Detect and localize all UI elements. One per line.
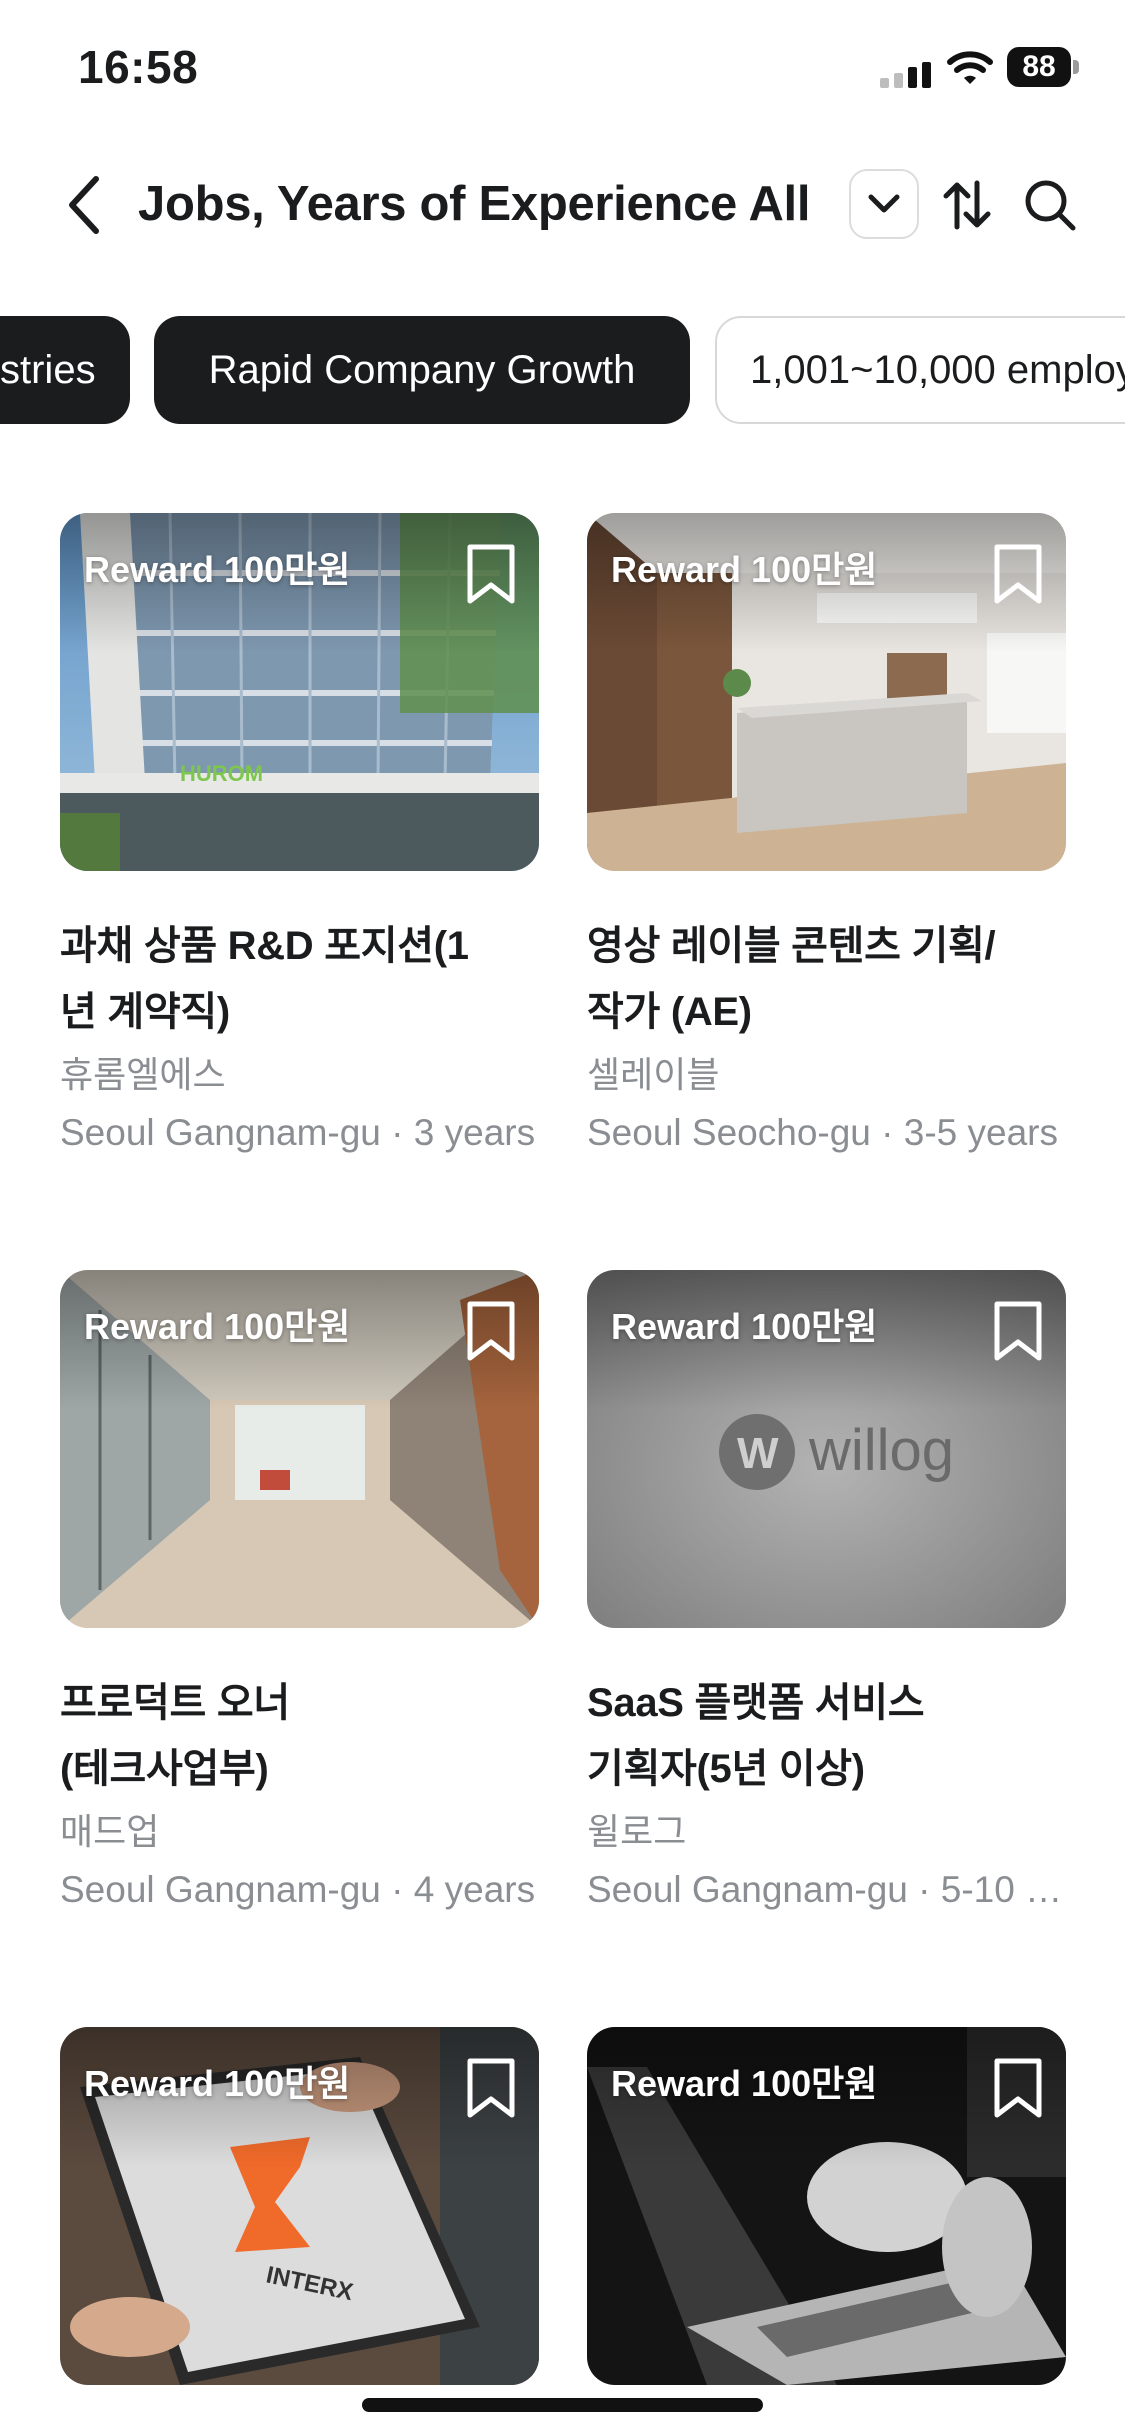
job-card[interactable]: Reward 100만원 영상 레이블 콘텐츠 기획/작가 (AE) 셀레이블 … bbox=[587, 513, 1066, 1159]
filter-chip-label: stries bbox=[0, 348, 96, 392]
reward-label: Reward 100만원 bbox=[84, 549, 351, 590]
job-title: 영상 레이블 콘텐츠 기획/작가 (AE) bbox=[587, 924, 996, 1034]
wifi-icon bbox=[947, 51, 993, 84]
bookmark-icon[interactable] bbox=[991, 541, 1045, 607]
filter-chip-rapid-growth[interactable]: Rapid Company Growth bbox=[154, 316, 690, 424]
job-thumbnail: HUROM Reward 100만원 bbox=[60, 513, 539, 871]
home-indicator[interactable] bbox=[362, 2398, 763, 2412]
job-thumbnail: INTERX Reward 100만원 bbox=[60, 2027, 539, 2385]
reward-label: Reward 100만원 bbox=[84, 2063, 351, 2104]
filter-chip-industries[interactable]: stries bbox=[0, 316, 130, 424]
bookmark-icon[interactable] bbox=[464, 2055, 518, 2121]
job-title: 프로덕트 오너 (테크사업부) bbox=[60, 1681, 290, 1791]
filter-chip-row: stries Rapid Company Growth 1,001~10,000… bbox=[0, 316, 1125, 426]
bookmark-icon[interactable] bbox=[991, 2055, 1045, 2121]
job-thumbnail: W willog Reward 100만원 bbox=[587, 1270, 1066, 1628]
page-title: Jobs, Years of Experience All bbox=[138, 177, 811, 231]
bookmark-icon[interactable] bbox=[464, 1298, 518, 1364]
filter-chip-company-size[interactable]: 1,001~10,000 employees bbox=[715, 316, 1125, 424]
company-name: 매드업 bbox=[60, 1811, 160, 1852]
sort-button[interactable] bbox=[937, 170, 997, 240]
status-time: 16:58 bbox=[78, 41, 199, 93]
company-name: 휴롬엘에스 bbox=[60, 1054, 226, 1095]
reward-label: Reward 100만원 bbox=[611, 1306, 878, 1347]
filter-chip-label: Rapid Company Growth bbox=[208, 348, 636, 392]
company-name: 윌로그 bbox=[587, 1811, 687, 1852]
reward-label: Reward 100만원 bbox=[84, 1306, 351, 1347]
reward-label: Reward 100만원 bbox=[611, 2063, 878, 2104]
sort-arrows-icon bbox=[943, 180, 991, 230]
search-button[interactable] bbox=[1017, 170, 1083, 240]
chevron-down-icon bbox=[868, 194, 900, 213]
back-button[interactable] bbox=[52, 170, 116, 240]
title-dropdown-button[interactable] bbox=[849, 169, 919, 239]
job-location-experience: Seoul Gangnam-gu · 3 years bbox=[60, 1112, 536, 1153]
job-title: SaaS 플랫폼 서비스 기획자(5년 이상) bbox=[587, 1681, 925, 1791]
bookmark-icon[interactable] bbox=[991, 1298, 1045, 1364]
job-thumbnail: Reward 100만원 bbox=[60, 1270, 539, 1628]
svg-text:W: W bbox=[737, 1429, 779, 1478]
job-location-experience: Seoul Seocho-gu · 3-5 years bbox=[587, 1112, 1058, 1153]
willog-logo-text: willog bbox=[808, 1418, 954, 1483]
job-thumbnail: Reward 100만원 bbox=[587, 2027, 1066, 2385]
bookmark-icon[interactable] bbox=[464, 541, 518, 607]
job-location-experience: Seoul Gangnam-gu · 4 years bbox=[60, 1869, 536, 1910]
job-card[interactable]: W willog Reward 100만원 SaaS 플랫폼 서비스 기획자(5년… bbox=[587, 1270, 1066, 1916]
job-card[interactable]: Reward 100만원 프로덕트 오너 (테크사업부) 매드업 Seoul Ga… bbox=[60, 1270, 539, 1916]
hurom-logo-text: HUROM bbox=[180, 761, 263, 786]
status-bar: 16:58 88 bbox=[0, 0, 1125, 132]
job-card[interactable]: HUROM Reward 100만원 과채 상품 R&D 포지션(1 년 계약직)… bbox=[60, 513, 539, 1159]
reward-label: Reward 100만원 bbox=[611, 549, 878, 590]
job-location-experience: Seoul Gangnam-gu · 5-10 years bbox=[587, 1869, 1066, 1910]
chevron-left-icon bbox=[69, 176, 99, 234]
job-card[interactable]: INTERX Reward 100만원 bbox=[60, 2027, 539, 2385]
filter-chip-label: 1,001~10,000 employees bbox=[750, 348, 1125, 392]
job-list-screen: 16:58 88 Jobs, Years of Experience All s… bbox=[0, 0, 1125, 2436]
job-card[interactable]: Reward 100만원 bbox=[587, 2027, 1066, 2385]
search-icon bbox=[1025, 180, 1076, 231]
company-name: 셀레이블 bbox=[587, 1054, 720, 1095]
battery-level: 88 bbox=[1007, 47, 1071, 87]
job-title: 과채 상품 R&D 포지션(1 년 계약직) bbox=[60, 924, 469, 1034]
header: Jobs, Years of Experience All bbox=[0, 150, 1125, 260]
job-thumbnail: Reward 100만원 bbox=[587, 513, 1066, 871]
cellular-signal-icon bbox=[880, 62, 931, 88]
battery-icon: 88 bbox=[1007, 47, 1079, 87]
